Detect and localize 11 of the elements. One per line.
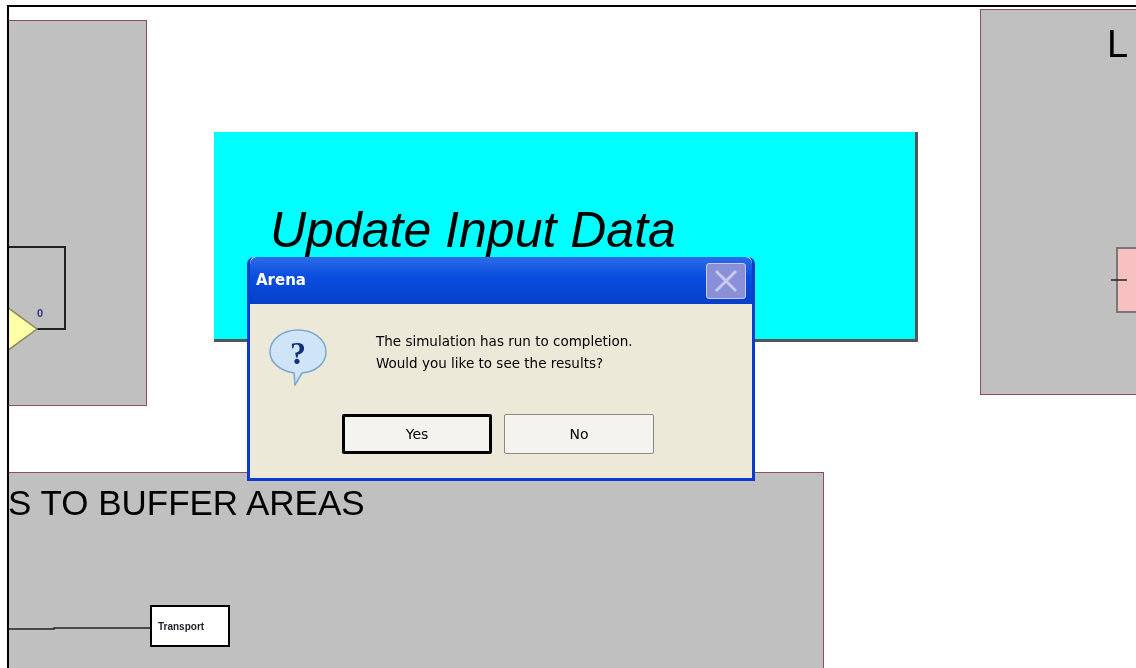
- module-drawing[interactable]: [1111, 247, 1136, 313]
- panel-title: L: [1107, 25, 1129, 63]
- dialog-button[interactable]: Yes: [342, 414, 492, 454]
- dialog-button[interactable]: No: [504, 414, 654, 454]
- question-icon: ?: [268, 328, 328, 386]
- transport-module[interactable]: Transport: [150, 605, 230, 647]
- message-text: Would you like to see the results?: [376, 354, 605, 373]
- panel-title: S TO BUFFER AREAS: [9, 485, 365, 520]
- close-button[interactable]: [706, 262, 746, 299]
- counter-value: 0: [37, 306, 44, 321]
- window-title: Arena: [256, 270, 306, 292]
